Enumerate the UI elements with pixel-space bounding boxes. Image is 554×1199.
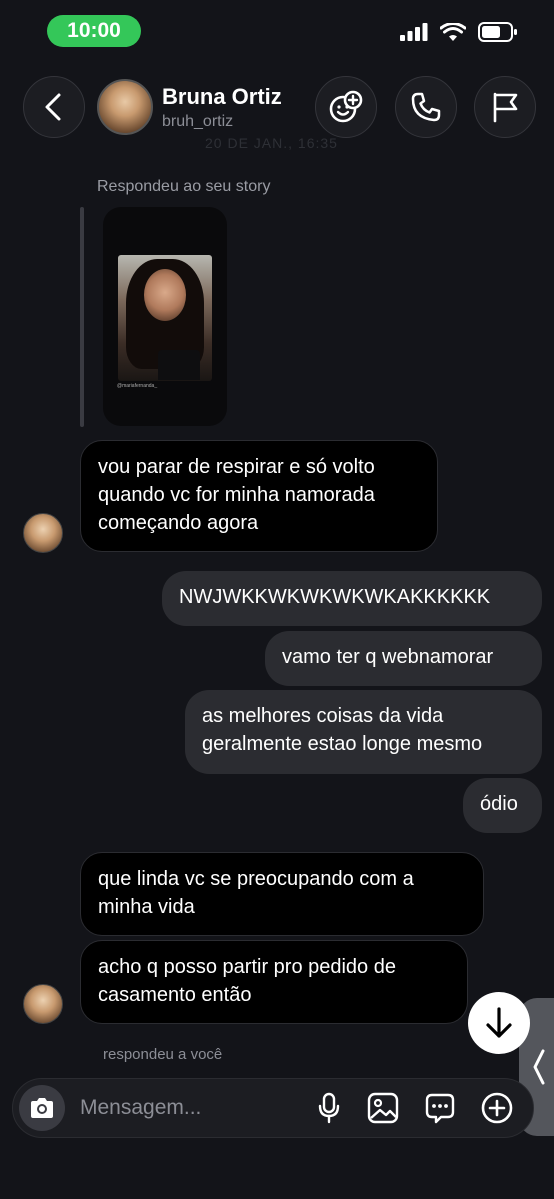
message-incoming[interactable]: acho q posso partir pro pedido de casame… xyxy=(80,940,468,1024)
reply-indicator-bar xyxy=(80,207,84,427)
contact-avatar-small[interactable] xyxy=(23,513,63,553)
battery-icon xyxy=(478,22,517,42)
story-reply-label: Respondeu ao seu story xyxy=(97,178,271,195)
message-date: 20 DE JAN., 16:35 xyxy=(205,135,338,151)
signal-icon xyxy=(400,23,428,41)
story-photo xyxy=(118,255,212,381)
message-outgoing[interactable]: NWJWKKWKWKWKWKAKKKKKK xyxy=(162,571,542,626)
replied-you-label: respondeu a você xyxy=(103,1046,223,1063)
image-icon xyxy=(367,1092,399,1124)
message-incoming[interactable]: vou parar de respirar e só volto quando … xyxy=(80,440,438,552)
sticker-button[interactable] xyxy=(422,1090,458,1126)
message-outgoing[interactable]: vamo ter q webnamorar xyxy=(265,631,542,686)
microphone-icon xyxy=(318,1092,340,1124)
phone-icon xyxy=(411,92,441,122)
chevron-down-icon xyxy=(486,1007,512,1038)
camera-button[interactable] xyxy=(19,1085,65,1131)
gallery-button[interactable] xyxy=(365,1090,401,1126)
contact-avatar[interactable] xyxy=(97,79,153,135)
wifi-icon xyxy=(440,22,466,41)
message-input[interactable] xyxy=(80,1095,290,1121)
message-outgoing[interactable]: ódio xyxy=(463,778,542,833)
camera-icon xyxy=(31,1098,53,1118)
flag-icon xyxy=(493,92,518,123)
chevron-left-icon xyxy=(533,1049,545,1085)
story-thumbnail[interactable]: @mariafernanda_ xyxy=(103,207,227,426)
plus-circle-icon xyxy=(481,1092,513,1124)
scroll-to-bottom-button[interactable] xyxy=(468,992,530,1054)
message-outgoing[interactable]: as melhores coisas da vida geralmente es… xyxy=(185,690,542,774)
more-options-button[interactable] xyxy=(479,1090,515,1126)
contact-avatar-small[interactable] xyxy=(23,984,63,1024)
back-icon xyxy=(45,93,61,121)
back-button[interactable] xyxy=(23,76,85,138)
message-incoming[interactable]: que linda vc se preocupando com a minha … xyxy=(80,852,484,936)
sticker-chat-icon xyxy=(425,1093,455,1124)
report-button[interactable] xyxy=(474,76,536,138)
story-caption: @mariafernanda_ xyxy=(117,383,158,389)
sticker-add-icon xyxy=(329,90,363,123)
call-button[interactable] xyxy=(395,76,457,138)
add-sticker-button[interactable] xyxy=(315,76,377,138)
status-time: 10:00 xyxy=(47,15,141,47)
status-icons xyxy=(400,22,518,42)
voice-message-button[interactable] xyxy=(311,1090,347,1126)
contact-name[interactable]: Bruna Ortiz xyxy=(162,84,282,110)
contact-handle[interactable]: bruh_ortiz xyxy=(162,113,233,131)
